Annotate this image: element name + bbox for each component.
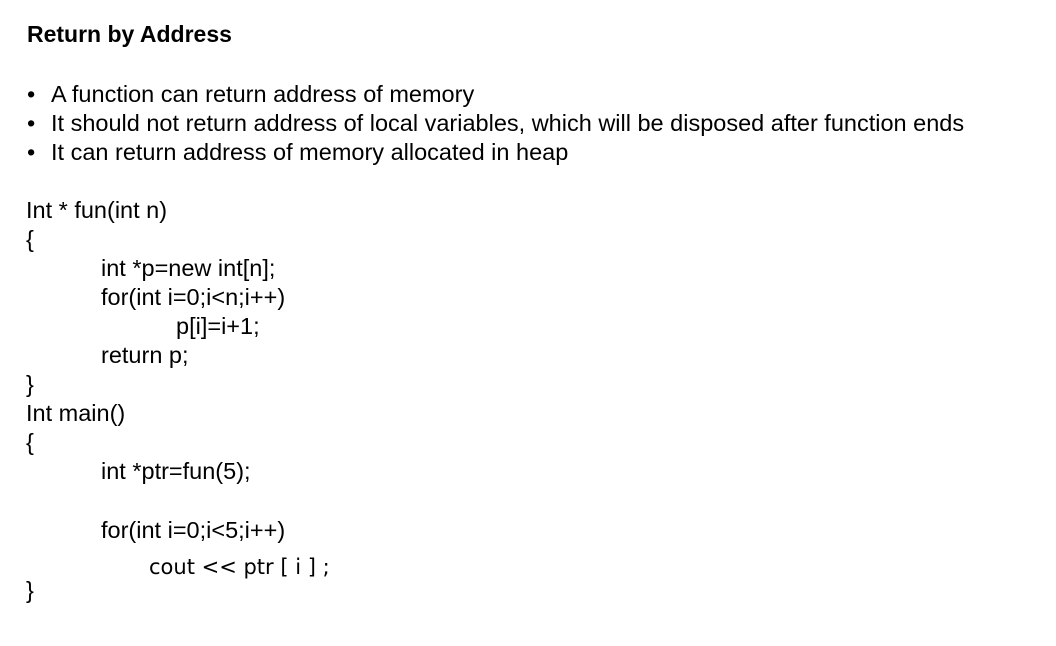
bullet-icon: • <box>27 139 36 165</box>
bullet-text: A function can return address of memory <box>51 81 475 107</box>
code-line: int *p=new int[n]; <box>101 255 276 281</box>
code-line: } <box>26 577 34 603</box>
bullet-item: • A function can return address of memor… <box>27 80 964 109</box>
code-line: for(int i=0;i<5;i++) <box>101 517 286 543</box>
bullet-text: It can return address of memory allocate… <box>51 139 569 165</box>
code-line: cout << ptr [ i ] ; <box>149 555 330 579</box>
bullet-list: • A function can return address of memor… <box>27 80 964 167</box>
code-line: Int * fun(int n) <box>26 197 168 223</box>
bullet-text: It should not return address of local va… <box>51 110 965 136</box>
bullet-icon: • <box>27 81 36 107</box>
bullet-item: • It can return address of memory alloca… <box>27 138 964 167</box>
code-line: for(int i=0;i<n;i++) <box>101 284 286 310</box>
code-line: Int main() <box>26 400 126 426</box>
code-line: { <box>26 429 34 455</box>
slide-title: Return by Address <box>27 21 232 47</box>
code-line: int *ptr=fun(5); <box>101 458 251 484</box>
bullet-item: • It should not return address of local … <box>27 109 964 138</box>
code-line: return p; <box>101 342 189 368</box>
code-line: { <box>26 226 34 252</box>
code-line: p[i]=i+1; <box>176 313 260 339</box>
code-line: } <box>26 371 34 397</box>
bullet-icon: • <box>27 110 36 136</box>
